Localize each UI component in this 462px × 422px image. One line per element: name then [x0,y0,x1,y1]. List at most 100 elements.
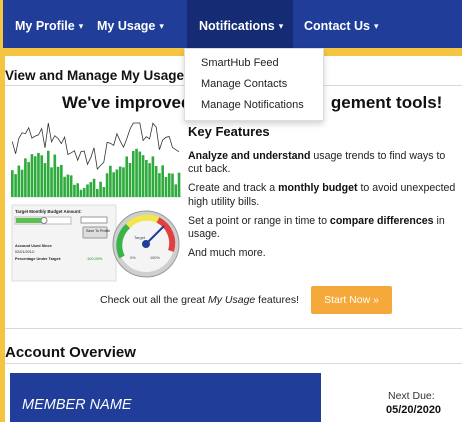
member-name: MEMBER NAME [22,397,132,413]
usage-bar [66,174,70,197]
usage-bar [17,165,21,197]
nav-my-profile-label: My Profile [15,19,75,33]
usage-bar [40,155,44,197]
usage-bar [46,150,50,197]
cta-text-emphasis: My Usage [207,294,256,306]
usage-bar [148,163,151,197]
features-list: Analyze and understand usage trends to f… [188,150,462,266]
divider [5,328,462,329]
usage-bar [53,154,57,197]
usage-bar [76,183,79,197]
caret-down-icon: ▾ [278,21,284,31]
next-due-date: 05/20/2020 [386,404,442,416]
usage-bar [122,167,125,197]
percentage-under-value: -100.00% [86,257,103,261]
usage-bar [102,186,106,197]
usage-bar [92,178,96,197]
feature-text: Set a point or range in time to [188,214,330,227]
percentage-under-label: Percentage Under Target: [15,257,61,261]
caret-down-icon: ▾ [78,21,84,31]
usage-bar [171,173,174,197]
feature-bold: Analyze and understand [188,150,311,162]
usage-bar [33,156,37,197]
divider [5,363,462,364]
usage-bar [158,173,161,197]
usage-bar [141,155,145,197]
usage-bar [167,173,171,197]
usage-bar [151,156,155,197]
gauge-pct-left: 0% [130,256,136,260]
feature-item: Set a point or range in time to compare … [188,215,462,242]
usage-bar [115,169,119,197]
account-used-date: 02/01/2012: [15,250,35,254]
usage-tools-thumbnail: Target Monthly Budget Amount: Save To Pr… [10,119,182,283]
usage-bar [86,184,89,197]
promo-heading-part1: We've improved [62,93,192,112]
usage-bar [154,166,158,197]
account-used-label: Account Used Since [15,244,52,248]
usage-bar [20,169,24,197]
usage-bar [99,181,102,197]
usage-bar [161,165,164,197]
start-now-button[interactable]: Start Now » [311,286,392,314]
member-card: MEMBER NAME [10,373,321,422]
menu-item-smarthub-feed[interactable]: SmartHub Feed [201,57,279,69]
feature-item: Analyze and understand usage trends to f… [188,150,462,177]
cta-text-post: features! [255,294,300,306]
section-title-account-overview: Account Overview [5,344,136,361]
usage-bar [63,176,66,197]
usage-bar [177,172,181,197]
nav-my-profile[interactable]: My Profile ▾ [15,0,83,48]
usage-bar [24,158,27,197]
usage-bar [43,163,47,197]
target-budget-label: Target Monthly Budget Amount: [15,209,82,214]
usage-bar [109,165,112,197]
cta-text-pre: Check out all the great [100,294,208,306]
gauge-label: Target [134,235,146,240]
usage-bar [131,150,135,197]
usage-bar [37,152,40,197]
usage-bar [138,151,142,197]
nav-my-usage[interactable]: My Usage ▾ [97,0,164,48]
usage-bar [145,160,148,197]
usage-bar [96,188,99,197]
usage-bar [56,166,60,197]
usage-bar [60,164,63,197]
usage-bar [50,167,53,197]
save-to-profile-button: Save To Profile [86,229,110,233]
caret-down-icon: ▾ [159,21,164,31]
nav-notifications[interactable]: Notifications ▾ [187,0,293,48]
page: { "nav": { "items": [ {"label": "My Prof… [0,0,462,422]
usage-bar [89,182,93,197]
feature-bold: compare differences [329,214,434,227]
usage-chart-image: Target Monthly Budget Amount: Save To Pr… [10,119,182,282]
nav-contact-us[interactable]: Contact Us ▾ [304,0,379,48]
usage-bar [82,188,86,197]
top-nav: My Profile ▾ My Usage ▾ Notifications ▾ Con… [0,0,462,48]
usage-bar [118,166,122,197]
feature-item: Create and track a monthly budget to avo… [188,182,462,209]
cta-text: Check out all the great My Usage feature… [100,294,299,306]
next-due-label: Next Due: [388,390,435,402]
usage-bar [27,162,30,197]
nav-notifications-label: Notifications [199,19,275,33]
feature-item: And much more. [188,247,462,260]
usage-bar [30,154,34,197]
feature-text: And much more. [188,246,266,259]
usage-bar [69,175,73,197]
usage-bar [164,177,168,197]
section-title-view-manage-usage: View and Manage My Usage [5,68,185,83]
usage-bar [128,163,132,197]
usage-bar [112,172,115,197]
usage-bar [135,148,138,197]
usage-bar [14,174,17,197]
feature-text: Create and track a [188,182,279,195]
usage-bar [79,189,83,197]
nav-my-usage-label: My Usage [97,19,156,33]
promo-heading-part2: gement tools! [330,93,443,112]
usage-bar [105,173,109,197]
key-features-title: Key Features [188,124,270,139]
usage-bar [125,156,129,197]
menu-item-manage-contacts[interactable]: Manage Contacts [201,78,287,90]
menu-item-manage-notifications[interactable]: Manage Notifications [201,99,304,111]
